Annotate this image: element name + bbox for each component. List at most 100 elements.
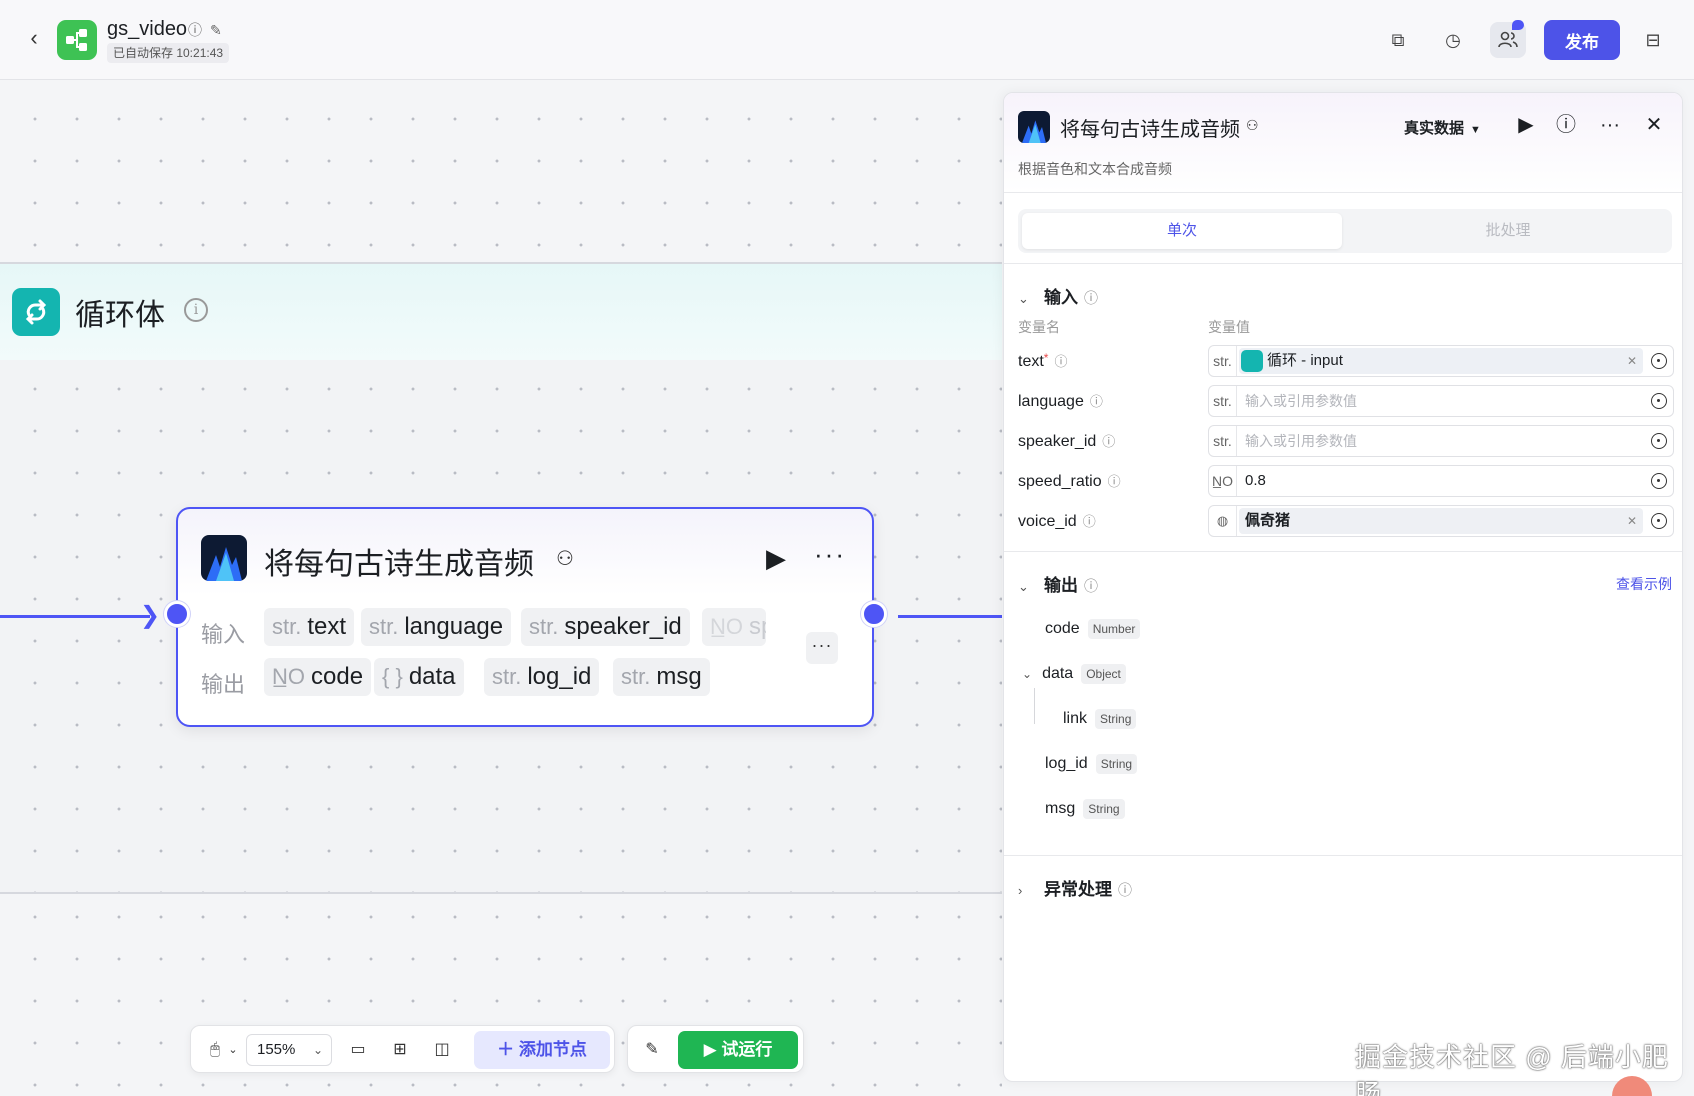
tts-plugin-logo	[201, 535, 247, 581]
voice-selection[interactable]: 佩奇猪	[1239, 508, 1643, 534]
loop-icon	[12, 288, 60, 336]
field-label-language: language ⓘ	[1018, 393, 1103, 410]
info-icon: ⓘ	[1084, 578, 1098, 594]
clear-icon[interactable]: ✕	[1627, 506, 1637, 536]
output-item: msg String	[1045, 799, 1125, 819]
language-input[interactable]: str. 输入或引用参数值	[1208, 385, 1674, 417]
output-item: log_id String	[1045, 754, 1138, 774]
data-source-select[interactable]: 真实数据 ▼	[1404, 117, 1481, 138]
workflow-canvas[interactable]: 循环体 i ❯ 将每句古诗生成音频 ⚇ ▶ ··· 输入 str. text st…	[0, 80, 1002, 1096]
reference-picker-icon[interactable]	[1651, 393, 1667, 409]
info-icon: ⓘ	[1082, 514, 1096, 529]
node-output-label: 输出	[201, 672, 246, 697]
plugin-icon: ⚇	[1246, 117, 1259, 133]
speed-ratio-input[interactable]: N̲O 0.8	[1208, 465, 1674, 497]
tts-node-card[interactable]: 将每句古诗生成音频 ⚇ ▶ ··· 输入 str. text str. langua…	[164, 507, 887, 727]
info-icon: ⓘ	[1089, 394, 1103, 409]
chevron-down-icon: ⌄	[1018, 291, 1029, 306]
output-section-toggle[interactable]: ⌄ 输出 ⓘ	[1018, 571, 1098, 596]
reference-picker-icon[interactable]	[1651, 433, 1667, 449]
outgoing-edge[interactable]	[898, 615, 1002, 618]
info-icon: ⓘ	[1102, 434, 1116, 449]
chevron-right-icon: ›	[1018, 883, 1023, 898]
node-input-chip: str. text	[264, 608, 355, 646]
autosave-status: 已自动保存 10:21:43	[107, 43, 230, 63]
collaborators-icon[interactable]	[1490, 20, 1526, 58]
reference-picker-icon[interactable]	[1651, 513, 1667, 529]
tab-batch[interactable]: 批处理	[1348, 213, 1668, 249]
reference-picker-icon[interactable]	[1651, 353, 1667, 369]
more-icon[interactable]: ···	[1596, 111, 1624, 139]
info-icon[interactable]: i	[184, 298, 208, 322]
field-label-speed-ratio: speed_ratio ⓘ	[1018, 473, 1121, 490]
chevron-down-icon: ⌄	[1022, 667, 1033, 682]
add-node-button[interactable]: ＋ 添加节点	[474, 1031, 610, 1069]
top-header: ‹ gs_video ⓘ ✎ 已自动保存 10:21:43 ⧉ ◷ 发布 ⊟	[0, 0, 1694, 80]
caret-down-icon: ▼	[1470, 124, 1481, 136]
info-icon: ⓘ	[1084, 290, 1098, 306]
incoming-edge[interactable]	[0, 615, 150, 618]
input-port[interactable]	[164, 601, 190, 627]
run-icon[interactable]: ▶	[1512, 111, 1540, 139]
panel-toggle-icon[interactable]: ⊟	[1635, 22, 1671, 58]
history-icon[interactable]: ◷	[1435, 22, 1471, 58]
col-var-value: 变量值	[1208, 319, 1250, 335]
node-output-chip: str. msg	[613, 658, 710, 696]
info-icon: ⓘ	[1054, 354, 1068, 369]
loop-icon	[1241, 350, 1263, 372]
help-icon[interactable]: ⓘ	[1552, 111, 1580, 139]
notification-badge	[1512, 20, 1524, 30]
chevron-down-icon[interactable]: ⌄	[221, 1038, 245, 1062]
field-label-speaker-id: speaker_id ⓘ	[1018, 433, 1116, 450]
output-item[interactable]: ⌄ data Object	[1022, 664, 1126, 684]
input-section-toggle[interactable]: ⌄ 输入 ⓘ	[1018, 283, 1098, 308]
node-input-chip: str. speaker_id	[521, 608, 690, 646]
run-node-icon[interactable]: ▶	[766, 543, 786, 574]
variable-reference[interactable]: 循环 - input	[1239, 348, 1643, 374]
node-config-panel: 将每句古诗生成音频 ⚇ 真实数据 ▼ ▶ ⓘ ··· ✕ 根据音色和文本合成音频 …	[1003, 92, 1683, 1082]
audio-icon: ◍	[1209, 506, 1237, 536]
loop-title: 循环体	[75, 299, 165, 332]
more-inputs-icon[interactable]: ···	[806, 632, 838, 664]
close-icon[interactable]: ✕	[1640, 111, 1668, 139]
see-example-link[interactable]: 查看示例	[1616, 574, 1672, 594]
node-output-chip: { } data	[374, 658, 464, 696]
output-item: link String	[1063, 709, 1137, 729]
node-output-chip: N̲O code	[264, 658, 372, 696]
field-label-voice-id: voice_id ⓘ	[1018, 513, 1096, 530]
text-input[interactable]: str. 循环 - input ✕	[1208, 345, 1674, 377]
chevron-down-icon: ⌄	[312, 1043, 323, 1057]
edge-arrow-icon: ❯	[140, 602, 161, 629]
output-port[interactable]	[861, 601, 887, 627]
info-icon[interactable]: ⓘ	[188, 22, 202, 38]
edit-icon[interactable]: ✎	[210, 22, 222, 38]
layout-icon[interactable]: ⊞	[388, 1038, 412, 1062]
copy-icon[interactable]: ⧉	[1380, 22, 1416, 58]
voice-id-input[interactable]: ◍ 佩奇猪 ✕	[1208, 505, 1674, 537]
back-arrow-icon[interactable]: ‹	[22, 26, 46, 50]
panel-header: 将每句古诗生成音频 ⚇ 真实数据 ▼ ▶ ⓘ ··· ✕ 根据音色和文本合成音频	[1004, 93, 1682, 193]
minimap-icon[interactable]: ◫	[430, 1038, 454, 1062]
node-input-chip: str. language	[361, 608, 512, 646]
app-logo	[57, 20, 97, 60]
more-icon[interactable]: ···	[814, 539, 846, 570]
clear-icon[interactable]: ✕	[1627, 346, 1637, 376]
field-label-text: text* ⓘ	[1018, 351, 1068, 370]
chevron-down-icon: ⌄	[1018, 579, 1029, 594]
panel-description: 根据音色和文本合成音频	[1018, 161, 1172, 177]
exception-section-toggle[interactable]: › 异常处理 ⓘ	[1018, 875, 1132, 900]
speaker-id-input[interactable]: str. 输入或引用参数值	[1208, 425, 1674, 457]
comment-icon[interactable]: ▭	[346, 1038, 370, 1062]
test-run-button[interactable]: ▶ 试运行	[678, 1031, 798, 1069]
debug-tool-icon[interactable]: ✎	[640, 1038, 664, 1062]
panel-title: 将每句古诗生成音频	[1060, 119, 1240, 141]
tab-single[interactable]: 单次	[1022, 213, 1342, 249]
zoom-select[interactable]: 155% ⌄	[246, 1034, 332, 1066]
col-var-name: 变量名	[1018, 319, 1060, 335]
publish-button[interactable]: 发布	[1544, 20, 1620, 60]
canvas-toolbar: 🖱︎ ⌄ 155% ⌄ ▭ ⊞ ◫ ＋ 添加节点	[190, 1025, 615, 1073]
workflow-icon	[66, 29, 87, 51]
loop-body-header: 循环体 i	[0, 264, 1002, 360]
node-output-chip: str. log_id	[484, 658, 600, 696]
reference-picker-icon[interactable]	[1651, 473, 1667, 489]
